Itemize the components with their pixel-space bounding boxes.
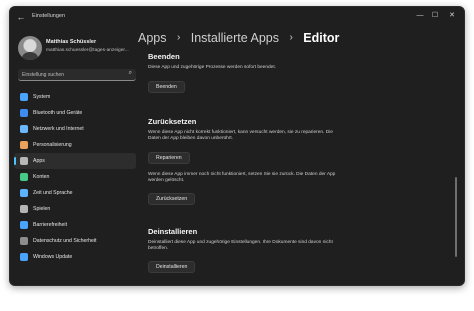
sidebar-item-zeit-und-sprache[interactable]: Zeit und Sprache xyxy=(14,185,136,201)
repair-description: Wenn diese App nicht korrekt funktionier… xyxy=(148,130,333,142)
search-box[interactable]: ⌕ xyxy=(18,69,136,81)
sidebar-item-label: Barrierefreiheit xyxy=(33,222,68,228)
sidebar-item-label: Windows Update xyxy=(33,254,73,260)
close-icon[interactable]: ✕ xyxy=(445,10,459,22)
sidebar-item-netzwerk-und-internet[interactable]: Netzwerk und Internet xyxy=(14,121,136,137)
sidebar-nav: System Bluetooth und Geräte Netzwerk und I… xyxy=(14,89,136,265)
sidebar-item-label: Zeit und Sprache xyxy=(33,190,73,196)
sidebar-item-label: System xyxy=(33,94,51,100)
breadcrumb-apps[interactable]: Apps xyxy=(138,31,167,45)
sidebar-item-barrierefreiheit[interactable]: Barrierefreiheit xyxy=(14,217,136,233)
terminate-button[interactable]: Beenden xyxy=(148,81,185,93)
scrollbar[interactable] xyxy=(455,177,457,257)
gamepad-icon xyxy=(20,205,28,213)
wifi-icon xyxy=(20,125,28,133)
title-bar: ← Einstellungen — ☐ ✕ xyxy=(10,7,464,27)
uninstall-button[interactable]: Deinstallieren xyxy=(148,261,196,273)
sidebar-item-label: Apps xyxy=(33,158,45,164)
sidebar-item-datenschutz-und-sicherheit[interactable]: Datenschutz und Sicherheit xyxy=(14,233,136,249)
back-arrow-icon[interactable]: ← xyxy=(15,11,27,23)
search-icon[interactable]: ⌕ xyxy=(129,70,132,77)
sidebar-item-label: Datenschutz und Sicherheit xyxy=(33,238,97,244)
maximize-icon[interactable]: ☐ xyxy=(428,10,442,22)
person-icon xyxy=(20,173,28,181)
search-input[interactable] xyxy=(22,69,122,80)
repair-button[interactable]: Reparieren xyxy=(148,152,190,164)
sidebar-item-label: Spielen xyxy=(33,206,51,212)
sidebar-item-label: Bluetooth und Geräte xyxy=(33,110,83,116)
apps-icon xyxy=(20,157,28,165)
brush-icon xyxy=(20,141,28,149)
section-title-beenden: Beenden xyxy=(148,52,180,61)
app-title: Einstellungen xyxy=(32,13,66,19)
sidebar-item-personalisierung[interactable]: Personalisierung xyxy=(14,137,136,153)
beenden-description: Diese App und zugehörige Prozesse werden… xyxy=(148,65,277,70)
settings-window: ← Einstellungen — ☐ ✕ Matthias Schüssler… xyxy=(9,6,465,286)
breadcrumb: Apps › Installierte Apps › Editor xyxy=(138,29,339,45)
bluetooth-icon xyxy=(20,109,28,117)
sidebar-item-windows-update[interactable]: Windows Update xyxy=(14,249,136,265)
minimize-icon[interactable]: — xyxy=(413,10,427,22)
sidebar-item-bluetooth-und-geräte[interactable]: Bluetooth und Geräte xyxy=(14,105,136,121)
sidebar-item-spielen[interactable]: Spielen xyxy=(14,201,136,217)
page-title: Editor xyxy=(303,30,340,45)
reset-button[interactable]: Zurücksetzen xyxy=(148,193,196,205)
sidebar: Matthias Schüssler matthias.schuessler@t… xyxy=(10,27,138,285)
user-name: Matthias Schüssler xyxy=(46,39,97,45)
chevron-right-icon: › xyxy=(176,32,181,44)
update-icon xyxy=(20,253,28,261)
sidebar-item-system[interactable]: System xyxy=(14,89,136,105)
sidebar-item-apps[interactable]: Apps xyxy=(14,153,136,169)
user-email: matthias.schuessler@tages-anzeiger... xyxy=(46,48,129,53)
uninstall-description: Deinstalliert diese App und zugehörige E… xyxy=(148,240,333,252)
monitor-icon xyxy=(20,93,28,101)
avatar[interactable] xyxy=(18,36,42,60)
main-content: Apps › Installierte Apps › Editor Beende… xyxy=(138,27,458,285)
section-title-reset: Zurücksetzen xyxy=(148,117,197,126)
breadcrumb-installed-apps[interactable]: Installierte Apps xyxy=(191,31,279,45)
section-title-uninstall: Deinstallieren xyxy=(148,227,198,236)
accessibility-icon xyxy=(20,221,28,229)
sidebar-item-label: Netzwerk und Internet xyxy=(33,126,84,132)
sidebar-item-label: Konten xyxy=(33,174,50,180)
sidebar-item-label: Personalisierung xyxy=(33,142,72,148)
chevron-right-icon: › xyxy=(289,32,293,44)
globe-clock-icon xyxy=(20,189,28,197)
reset-description: Wenn diese App immer noch nicht funktion… xyxy=(148,172,336,184)
sidebar-item-konten[interactable]: Konten xyxy=(14,169,136,185)
shield-icon xyxy=(20,237,28,245)
